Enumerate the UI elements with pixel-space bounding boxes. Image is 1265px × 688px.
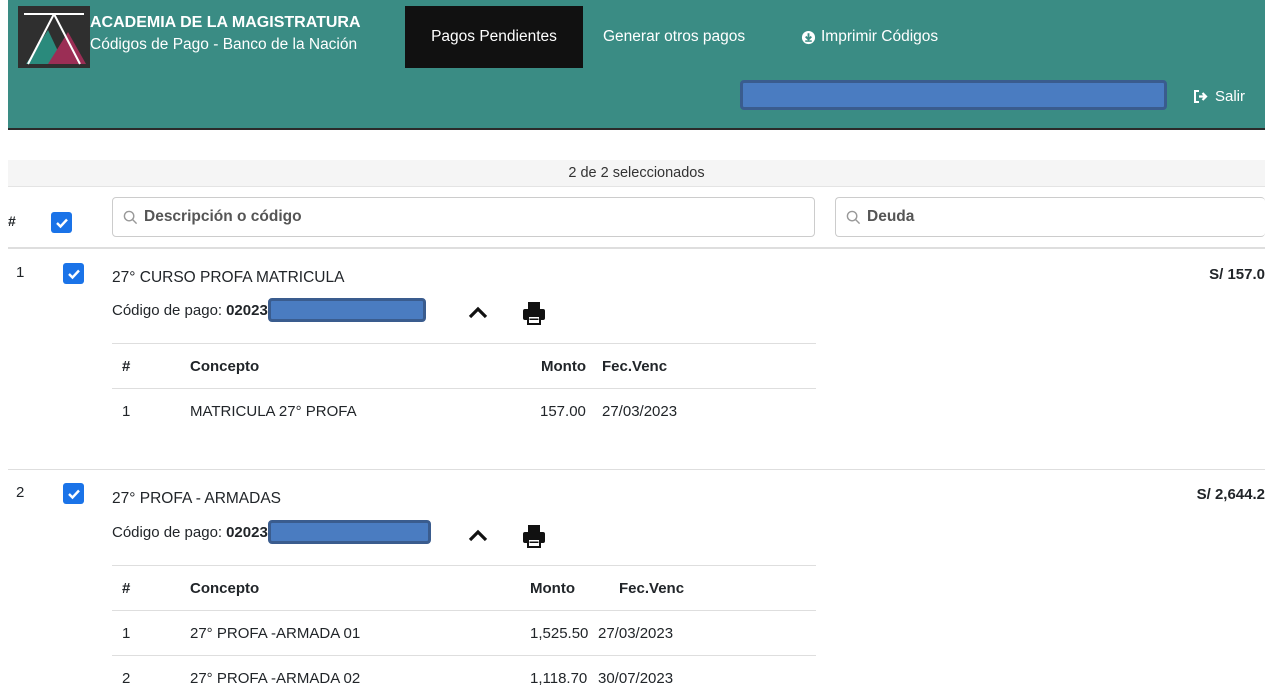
column-due-header: Fec.Venc	[602, 358, 668, 375]
user-name-redacted	[740, 80, 1167, 110]
item-title: 27° PROFA - ARMADAS	[112, 490, 282, 507]
divider	[8, 469, 1265, 470]
item-amount: S/ 157.0	[1209, 266, 1265, 283]
column-num-header: #	[122, 358, 131, 375]
description-search-input[interactable]: Descripción o código	[112, 197, 815, 237]
payment-code-label: Código de pago:	[112, 523, 223, 541]
nav-print-label: Imprimir Códigos	[821, 28, 939, 45]
chevron-up-icon[interactable]	[466, 524, 490, 548]
debt-search-placeholder: Deuda	[867, 208, 915, 225]
payment-code: Código de pago: 02023	[112, 520, 431, 544]
item-amount: S/ 2,644.2	[1196, 486, 1265, 503]
debt-search-input[interactable]: Deuda	[835, 197, 1265, 237]
table-header-row: # Concepto Monto Fec.Venc	[112, 344, 816, 389]
payment-code-redacted	[267, 298, 426, 322]
item-title: 27° CURSO PROFA MATRICULA	[112, 269, 345, 286]
academy-logo[interactable]	[18, 6, 90, 68]
printer-icon[interactable]	[521, 523, 547, 549]
sign-out-icon	[1194, 90, 1208, 103]
nav-tab-label: Generar otros pagos	[603, 28, 746, 45]
item-checkbox[interactable]	[63, 483, 84, 504]
logout-label: Salir	[1215, 88, 1246, 105]
nav-tab-label: Pagos Pendientes	[431, 28, 557, 45]
column-num-header: #	[122, 580, 131, 597]
brand-subtitle: Códigos de Pago - Banco de la Nación	[90, 36, 358, 53]
selection-status-text: 2 de 2 seleccionados	[568, 165, 705, 181]
nav-print-codes[interactable]: Imprimir Códigos	[801, 6, 938, 68]
column-concept-header: Concepto	[190, 358, 260, 375]
column-amount-header: Monto	[541, 358, 586, 375]
brand-title: ACADEMIA DE LA MAGISTRATURA	[90, 14, 361, 31]
table-row: 1 27° PROFA -ARMADA 01 1,525.50 27/03/20…	[112, 611, 816, 656]
item-checkbox[interactable]	[63, 263, 84, 284]
row-amount: 157.00	[540, 403, 586, 420]
payment-code: Código de pago: 02023	[112, 298, 426, 322]
table-header-row: # Concepto Monto Fec.Venc	[112, 566, 816, 611]
row-due-date: 27/03/2023	[602, 403, 678, 420]
row-due-date: 27/03/2023	[598, 625, 674, 642]
table-row: 1 MATRICULA 27° PROFA 157.00 27/03/2023	[112, 389, 816, 434]
row-num: 1	[122, 625, 131, 642]
selection-status: 2 de 2 seleccionados	[8, 160, 1265, 187]
logout-button[interactable]: Salir	[1193, 88, 1245, 105]
payment-code-redacted	[267, 520, 431, 544]
printer-icon[interactable]	[521, 300, 547, 326]
column-amount-header: Monto	[530, 580, 575, 597]
checkmark-icon	[55, 218, 68, 228]
checkmark-icon	[67, 269, 80, 279]
row-due-date: 30/07/2023	[598, 670, 674, 687]
row-num: 2	[122, 670, 131, 687]
concept-table: # Concepto Monto Fec.Venc 1 MATRICULA 27…	[112, 343, 816, 434]
chevron-up-icon[interactable]	[466, 301, 490, 325]
row-num: 1	[122, 403, 131, 420]
row-concept: 27° PROFA -ARMADA 02	[190, 670, 361, 687]
download-circle-icon	[801, 30, 816, 44]
column-concept-header: Concepto	[190, 580, 260, 597]
divider	[8, 247, 1265, 249]
select-all-checkbox[interactable]	[51, 212, 72, 233]
item-number: 1	[16, 264, 25, 281]
payment-code-value: 02023	[226, 523, 268, 541]
top-navbar: ACADEMIA DE LA MAGISTRATURA Códigos de P…	[8, 0, 1265, 130]
search-icon	[846, 210, 861, 224]
checkmark-icon	[67, 489, 80, 499]
concept-table: # Concepto Monto Fec.Venc 1 27° PROFA -A…	[112, 565, 816, 688]
logo-icon	[18, 6, 90, 68]
row-concept: MATRICULA 27° PROFA	[190, 403, 357, 420]
nav-tab-pending-payments[interactable]: Pagos Pendientes	[405, 6, 583, 68]
row-amount: 1,525.50	[530, 625, 589, 642]
nav-tab-generate-other-payments[interactable]: Generar otros pagos	[603, 6, 745, 68]
item-number: 2	[16, 484, 25, 501]
search-icon	[123, 210, 138, 224]
column-due-header: Fec.Venc	[619, 580, 685, 597]
description-search-placeholder: Descripción o código	[144, 208, 302, 225]
column-hash-header: #	[8, 213, 16, 229]
row-concept: 27° PROFA -ARMADA 01	[190, 625, 361, 642]
row-amount: 1,118.70	[530, 670, 588, 687]
payment-code-value: 02023	[226, 301, 268, 319]
payment-code-label: Código de pago:	[112, 301, 223, 319]
table-row: 2 27° PROFA -ARMADA 02 1,118.70 30/07/20…	[112, 656, 816, 688]
